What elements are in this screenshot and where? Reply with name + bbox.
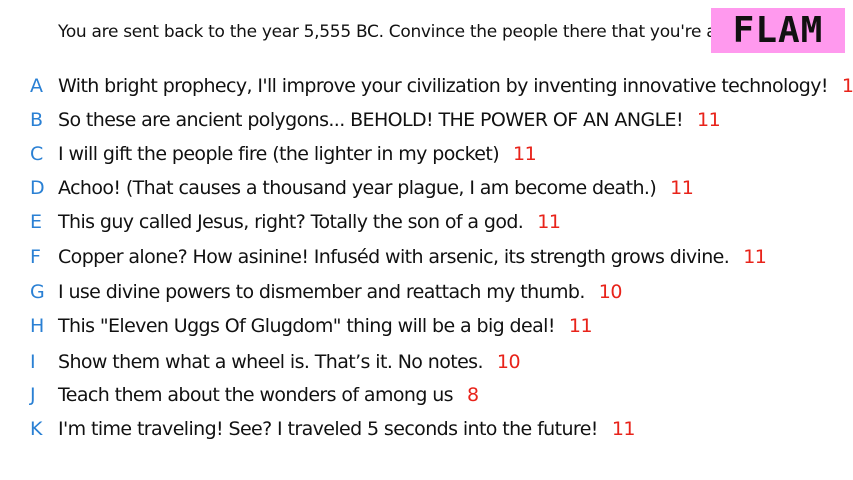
answer-letter: E xyxy=(30,211,43,233)
answer-score: 8 xyxy=(466,384,479,406)
answer-score: 10 xyxy=(598,281,623,303)
answer-text: Show them what a wheel is. That’s it. No… xyxy=(58,351,484,373)
answer-score: 11 xyxy=(611,418,636,440)
answer-letter: B xyxy=(30,109,44,131)
answer-score: 11 xyxy=(670,177,694,199)
answer-letter: J xyxy=(30,384,36,406)
answer-text: I use divine powers to dismember and rea… xyxy=(58,281,585,303)
answer-letter: G xyxy=(30,281,45,303)
answer-text: I will gift the people fire (the lighter… xyxy=(58,143,500,165)
answer-text: With bright prophecy, I'll improve your … xyxy=(58,75,828,97)
answer-text: Achoo! (That causes a thousand year plag… xyxy=(58,177,657,199)
answer-letter: H xyxy=(30,315,45,337)
answer-text: I'm time traveling! See? I traveled 5 se… xyxy=(58,418,598,440)
answer-letter: A xyxy=(30,75,43,97)
answer-letter: D xyxy=(30,177,45,199)
answer-score: 11 xyxy=(743,246,767,268)
answer-letter: K xyxy=(30,418,43,440)
answer-score: 11 xyxy=(841,75,853,97)
answer-text: This "Eleven Uggs Of Glugdom" thing will… xyxy=(58,315,555,337)
answer-list: A With bright prophecy, I'll improve you… xyxy=(0,0,853,480)
answer-letter: C xyxy=(30,143,44,165)
answer-text: Copper alone? How asinine! Infuséd with … xyxy=(58,246,730,268)
answer-score: 11 xyxy=(513,143,537,165)
answer-text: So these are ancient polygons... BEHOLD!… xyxy=(58,109,684,131)
answer-text: This guy called Jesus, right? Totally th… xyxy=(58,211,524,233)
answer-score: 11 xyxy=(537,211,561,233)
answer-text: Teach them about the wonders of among us xyxy=(58,384,454,406)
answer-score: 11 xyxy=(696,109,721,131)
answer-score: 10 xyxy=(496,351,521,373)
answer-score: 11 xyxy=(568,315,593,337)
answer-letter: I xyxy=(30,351,36,373)
answer-letter: F xyxy=(30,246,41,268)
